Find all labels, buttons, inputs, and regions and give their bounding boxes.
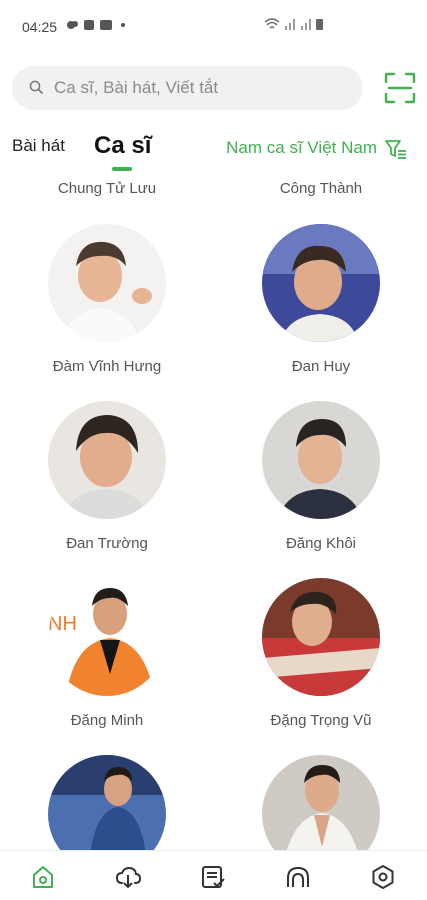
- singer-card[interactable]: NH Đăng Minh: [0, 578, 214, 754]
- singer-avatar[interactable]: [262, 224, 380, 342]
- signal-icon: [285, 19, 295, 30]
- bottom-nav: [0, 850, 427, 900]
- settings-icon[interactable]: [370, 864, 396, 890]
- scan-icon[interactable]: [384, 72, 416, 104]
- tab-singers[interactable]: Ca sĩ: [94, 132, 151, 160]
- cloud-download-icon[interactable]: [115, 864, 141, 890]
- search-input[interactable]: [54, 66, 344, 110]
- singer-card[interactable]: Đan Huy: [214, 224, 427, 400]
- notification-icons: [66, 19, 129, 31]
- singer-name: Đăng Khôi: [285, 535, 357, 552]
- singer-name: Đàm Vĩnh Hưng: [52, 358, 162, 375]
- singer-avatar[interactable]: [262, 755, 380, 850]
- search-bar[interactable]: [12, 66, 363, 110]
- wifi-icon: [264, 18, 280, 29]
- zalo-icon: [100, 20, 112, 30]
- tab-songs[interactable]: Bài hát: [12, 136, 65, 156]
- status-bar: 04:25: [0, 0, 427, 52]
- singer-card[interactable]: Đặng Trọng Vũ: [214, 578, 427, 754]
- singer-name: Đan Huy: [291, 358, 351, 375]
- dot-icon: [121, 23, 125, 27]
- system-icons: [264, 18, 323, 30]
- singer-avatar[interactable]: [48, 401, 166, 519]
- home-icon[interactable]: [30, 864, 56, 890]
- singer-card[interactable]: Đăng Khôi: [214, 401, 427, 577]
- singer-grid: Chung Tử Lưu Công Thành Đàm Vĩnh Hưng Đa…: [0, 170, 427, 850]
- singer-name: Đan Trường: [66, 535, 148, 552]
- filter-dropdown[interactable]: Nam ca sĩ Việt Nam: [226, 138, 377, 158]
- signal-icon: [301, 19, 311, 30]
- battery-icon: [316, 19, 323, 30]
- singer-avatar[interactable]: [48, 224, 166, 342]
- singer-name: Đặng Trọng Vũ: [270, 712, 372, 729]
- singer-avatar[interactable]: [262, 578, 380, 696]
- chat-icon: [67, 21, 78, 29]
- singer-card[interactable]: [214, 755, 427, 850]
- singer-card[interactable]: Đan Trường: [0, 401, 214, 577]
- filter-icon[interactable]: [385, 139, 407, 159]
- playlist-icon[interactable]: [200, 864, 226, 890]
- singer-card[interactable]: [0, 755, 214, 850]
- singer-avatar[interactable]: NH: [48, 578, 166, 696]
- singer-avatar[interactable]: [262, 401, 380, 519]
- singer-avatar[interactable]: [48, 755, 166, 850]
- singer-card[interactable]: Đàm Vĩnh Hưng: [0, 224, 214, 400]
- singer-name[interactable]: Công Thành: [214, 180, 427, 197]
- remote-icon[interactable]: [285, 864, 311, 890]
- singer-name[interactable]: Chung Tử Lưu: [0, 180, 214, 197]
- search-icon: [29, 80, 44, 95]
- poster-text: NH: [48, 613, 77, 635]
- app-icon: [84, 20, 94, 30]
- singer-name: Đăng Minh: [70, 712, 144, 729]
- status-time: 04:25: [22, 19, 58, 35]
